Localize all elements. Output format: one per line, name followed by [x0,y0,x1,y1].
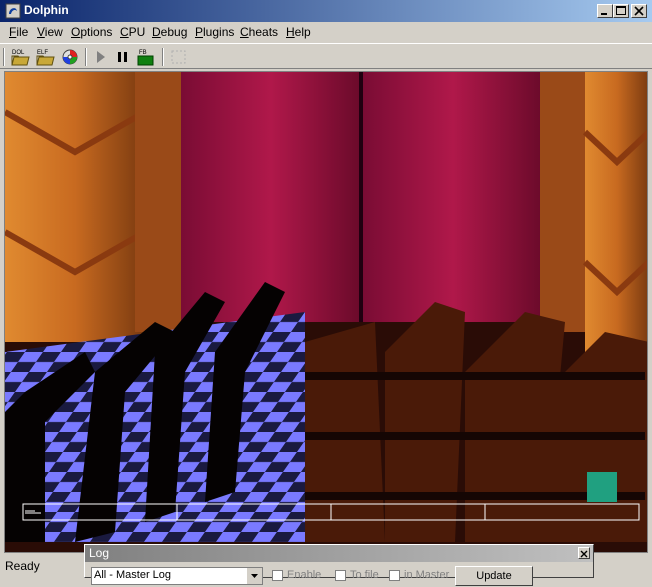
log-close-button[interactable] [578,547,590,559]
close-icon [634,6,644,16]
game-render-view[interactable] [4,71,648,553]
update-button[interactable]: Update [455,566,533,586]
menu-view[interactable]: View [37,25,63,39]
menu-bar: File View Options CPU Debug Plugins Chea… [0,22,652,42]
dolphin-window: Dolphin File View Options CPU Debug Plug… [0,0,652,586]
menu-options[interactable]: Options [71,25,112,39]
theater-scene [5,72,647,552]
menu-file[interactable]: File [9,25,28,39]
framebuffer-button[interactable]: FB [135,47,157,67]
log-source-select[interactable]: All - Master Log [91,567,263,585]
menu-cheats[interactable]: Cheats [240,25,278,39]
play-icon [97,51,105,63]
svg-text:DOL: DOL [12,50,25,56]
chevron-down-icon[interactable] [246,568,262,584]
disc-icon [62,49,78,65]
to-file-checkbox[interactable] [335,570,346,581]
framebuffer-icon: FB [137,50,154,66]
fullscreen-icon [171,50,186,64]
toolbar-separator-2 [162,48,164,66]
close-icon [580,550,588,558]
toolbar-separator [85,48,87,66]
open-dol-button[interactable]: DOL [10,47,32,67]
menu-cpu[interactable]: CPU [120,25,145,39]
log-title: Log [89,546,110,560]
maximize-button[interactable] [613,4,629,18]
window-title: Dolphin [24,3,69,17]
play-button[interactable] [90,47,112,67]
open-elf-icon: ELF [36,50,55,66]
close-button[interactable] [631,4,647,18]
minimize-button[interactable] [597,4,613,18]
status-text: Ready [5,559,40,573]
enable-label: Enable [287,569,322,581]
menu-help[interactable]: Help [286,25,311,39]
svg-text:ELF: ELF [37,50,48,56]
open-disc-button[interactable] [59,47,81,67]
enable-checkbox[interactable] [272,570,283,581]
svg-text:FB: FB [139,50,147,56]
toolbar: DOL ELF FB [0,43,652,69]
in-master-label: in Master [404,569,450,581]
menu-plugins[interactable]: Plugins [195,25,234,39]
debug-overlay-tile [587,472,617,502]
toolbar-grip [3,48,5,66]
log-title-bar[interactable]: Log [85,545,593,562]
open-dol-icon: DOL [11,50,30,66]
pause-button[interactable] [112,47,134,67]
title-bar[interactable]: Dolphin [0,0,652,22]
pause-icon [118,52,127,62]
to-file-label: To file [350,569,379,581]
maximize-icon [616,6,626,15]
open-elf-button[interactable]: ELF [35,47,57,67]
menu-debug[interactable]: Debug [152,25,187,39]
fullscreen-button[interactable] [168,47,190,67]
dolphin-app-icon [5,3,21,19]
log-window[interactable]: Log All - Master Log Enable To file in M… [84,544,594,586]
in-master-checkbox[interactable] [389,570,400,581]
minimize-icon [601,13,607,15]
log-source-value: All - Master Log [94,569,172,581]
